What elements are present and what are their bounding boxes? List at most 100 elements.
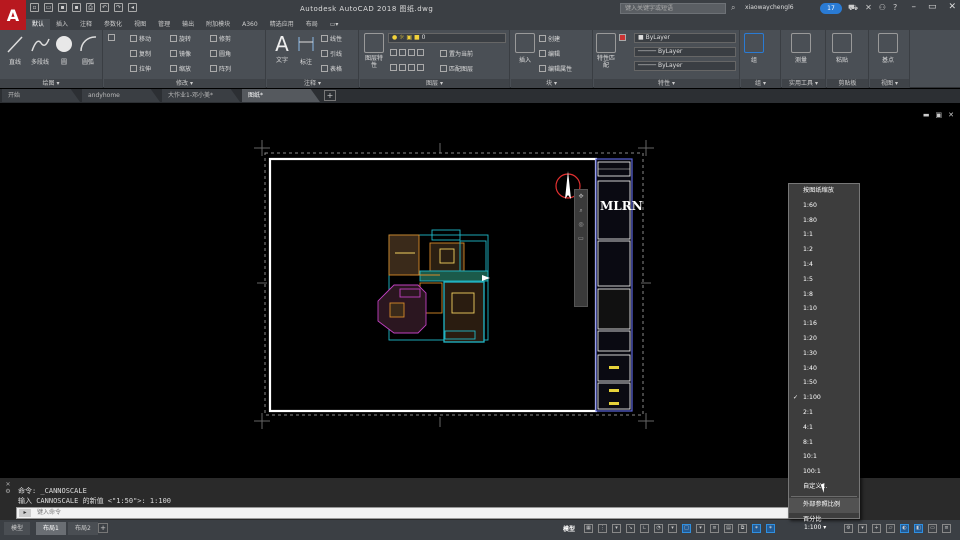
snap-icon[interactable]: ⋮ (598, 524, 607, 533)
layer-properties-button[interactable]: 图层特性 (363, 33, 385, 69)
annotation-panel-label[interactable]: 注释 ▾ (267, 79, 358, 88)
circle-button[interactable]: 圆 (54, 33, 74, 66)
draw-panel-label[interactable]: 绘图 ▾ (0, 79, 102, 88)
ribbon-tab[interactable]: 精选应用 (264, 19, 300, 30)
user-icon[interactable]: ⚇ (879, 3, 886, 13)
plot-icon[interactable]: ⎙ (86, 3, 95, 12)
edit-attribute-button[interactable]: 编辑属性 (539, 64, 572, 73)
scale-menu-extra-item[interactable]: 百分比 (789, 513, 859, 528)
group-button[interactable]: 组 (744, 33, 764, 64)
osnap-icon[interactable]: □ (682, 524, 691, 533)
dimension-button[interactable]: 标注 (295, 33, 317, 66)
view-panel-label[interactable]: 视图 ▾ (870, 79, 909, 88)
scale-menu-extra-item[interactable]: 外部参照比例 (789, 497, 859, 513)
scale-menu-item[interactable]: 4:1 (789, 421, 859, 436)
color-dropdown[interactable]: ■ ByLayer (634, 33, 736, 43)
model-space-button[interactable]: 模型 (563, 524, 575, 533)
utilities-panel-label[interactable]: 实用工具 ▾ (782, 79, 825, 88)
scale-menu-item[interactable]: 100:1 (789, 465, 859, 480)
layers-panel-label[interactable]: 图层 ▾ (360, 79, 509, 88)
ribbon-tab[interactable]: A360 (236, 19, 264, 30)
share-icon[interactable]: ◂ (128, 3, 137, 12)
rotate-button[interactable]: 旋转 (170, 34, 191, 43)
lineweight-toggle-icon[interactable]: ≡ (710, 524, 719, 533)
tab-layout2[interactable]: 布局2 (68, 522, 98, 535)
pan-icon[interactable]: ✥ (575, 190, 587, 204)
move-button[interactable]: 移动 (130, 34, 151, 43)
command-prompt-icon[interactable]: ▸ (19, 509, 31, 517)
table-button[interactable]: 表格 (321, 64, 342, 73)
scale-menu-item[interactable]: 8:1 (789, 436, 859, 451)
modify-panel-label[interactable]: 修改 ▾ (104, 79, 265, 88)
help-icon[interactable]: ? (893, 3, 897, 13)
linetype-dropdown[interactable]: ───── ByLayer (634, 47, 736, 57)
cart-icon[interactable]: ⛟ (848, 3, 858, 13)
annotation-autoscale-icon[interactable]: ✶ (766, 524, 775, 533)
copy-button[interactable]: 复制 (130, 49, 151, 58)
linear-button[interactable]: 线性 (321, 34, 342, 43)
scale-menu-item[interactable]: 1:80 (789, 214, 859, 229)
hardware-acceleration-icon[interactable]: ◧ (914, 524, 923, 533)
document-tab[interactable]: andyhome (82, 89, 160, 102)
properties-panel-label[interactable]: 特性 ▾ (594, 79, 739, 88)
scale-menu-item[interactable]: 1:8 (789, 288, 859, 303)
scale-menu-item[interactable]: 1:4 (789, 258, 859, 273)
text-button[interactable]: A 文字 (271, 33, 293, 64)
scale-menu-item[interactable]: 1:100 (789, 391, 859, 406)
stretch-button[interactable]: 拉伸 (130, 64, 151, 73)
ribbon-overflow-icon[interactable]: ▭▾ (324, 19, 345, 30)
ortho-icon[interactable]: ∟ (640, 524, 649, 533)
command-close-icon[interactable]: ✕ ⚙ (2, 481, 14, 517)
user-account[interactable]: xiaowaychengl6 (745, 4, 794, 11)
snap-dropdown-icon[interactable]: ▾ (612, 524, 621, 533)
annotation-visibility-icon[interactable]: ✶ (752, 524, 761, 533)
measure-button[interactable]: 测量 (788, 33, 814, 64)
ribbon-tab[interactable]: 管理 (152, 19, 176, 30)
save-icon[interactable]: ▪ (58, 3, 67, 12)
notification-badge[interactable]: 17 (820, 3, 842, 14)
ribbon-tab[interactable]: 插入 (50, 19, 74, 30)
base-point-button[interactable]: 基点 (876, 33, 900, 64)
tab-model[interactable]: 模型 (4, 522, 31, 535)
open-file-icon[interactable]: ▭ (44, 3, 53, 12)
ribbon-tab[interactable]: 注释 (74, 19, 98, 30)
array-button[interactable]: 阵列 (210, 64, 231, 73)
undo-icon[interactable]: ↶ (100, 3, 109, 12)
ribbon-tab[interactable]: 默认 (26, 19, 51, 30)
layer-tool-row-1[interactable] (390, 49, 424, 56)
edit-block-button[interactable]: 编辑 (539, 49, 560, 58)
minimize-icon[interactable]: – (911, 2, 916, 12)
fillet-button[interactable]: 圆角 (210, 49, 231, 58)
polyline-button[interactable]: 多段线 (28, 33, 52, 66)
scale-menu-item[interactable]: 1:60 (789, 199, 859, 214)
modify-extra-button[interactable] (108, 34, 115, 41)
line-button[interactable]: 直线 (4, 33, 26, 66)
lineweight-dropdown[interactable]: ───── ByLayer (634, 61, 736, 71)
scale-menu-item[interactable]: 1:30 (789, 347, 859, 362)
grid-icon[interactable]: ▦ (584, 524, 593, 533)
scale-menu-item[interactable]: 1:40 (789, 362, 859, 377)
create-block-button[interactable]: 创建 (539, 34, 560, 43)
units-icon[interactable]: ▱ (886, 524, 895, 533)
annotation-monitor-icon[interactable]: + (872, 524, 881, 533)
layer-tool-row-2[interactable] (390, 64, 424, 71)
groups-panel-label[interactable]: 组 ▾ (741, 79, 780, 88)
scale-menu-item[interactable]: 2:1 (789, 406, 859, 421)
scale-menu-item[interactable]: 1:50 (789, 376, 859, 391)
new-file-icon[interactable]: ▫ (30, 3, 39, 12)
match-layer-button[interactable]: 匹配图层 (440, 64, 473, 73)
block-panel-label[interactable]: 块 ▾ (511, 79, 592, 88)
document-tab[interactable]: 大作业1-邓小美* (162, 89, 240, 102)
match-properties-button[interactable]: 特性匹配 (596, 33, 616, 69)
scale-menu-item[interactable]: 10:1 (789, 450, 859, 465)
arc-button[interactable]: 圆弧 (77, 33, 99, 66)
ribbon-tab[interactable]: 输出 (176, 19, 200, 30)
polar-dropdown-icon[interactable]: ▾ (668, 524, 677, 533)
orbit-icon[interactable]: ◎ (575, 218, 587, 232)
set-current-button[interactable]: 置为当前 (440, 49, 473, 58)
transparency-icon[interactable]: ▤ (724, 524, 733, 533)
mirror-button[interactable]: 镜像 (170, 49, 191, 58)
osnap-dropdown-icon[interactable]: ▾ (696, 524, 705, 533)
dynamic-input-icon[interactable]: ↘ (626, 524, 635, 533)
scale-menu-item[interactable]: 1:1 (789, 228, 859, 243)
